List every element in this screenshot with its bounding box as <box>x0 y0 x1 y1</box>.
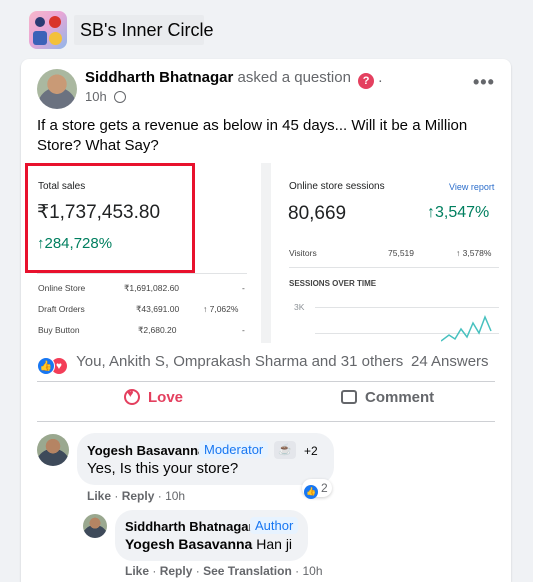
reply-link[interactable]: Reply <box>122 489 155 503</box>
separator-dot: · <box>157 489 162 503</box>
more-options-button[interactable]: ••• <box>473 73 499 95</box>
comment-button[interactable]: Comment <box>341 389 434 419</box>
like-reaction-icon: 👍 <box>37 357 55 375</box>
author-action: asked a question <box>237 69 351 86</box>
separator-dot: · <box>114 489 119 503</box>
separator-dot: · <box>295 564 300 578</box>
divider <box>37 273 247 274</box>
reply-message: Han ji <box>256 536 293 552</box>
sessions-value: 80,669 <box>288 203 347 224</box>
reaction-summary-text: You, Ankith S, Omprakash Sharma and 31 o… <box>76 353 404 370</box>
highlight-box <box>25 163 195 273</box>
sales-row-name: Draft Orders <box>38 304 85 314</box>
post-text: If a store gets a revenue as below in 45… <box>37 117 468 154</box>
replier-avatar[interactable] <box>83 514 107 538</box>
like-link[interactable]: Like <box>125 564 149 578</box>
sales-row-name: Online Store <box>38 283 86 293</box>
sales-row-change: - <box>242 283 245 293</box>
like-icon: 👍 <box>304 485 318 499</box>
group-header: SB's Inner Circle <box>0 0 533 58</box>
sessions-panel: Online store sessions View report 80,669… <box>271 163 511 343</box>
heart-icon <box>124 388 140 405</box>
like-link[interactable]: Like <box>87 489 111 503</box>
sales-row-amount: ₹43,691.00 <box>136 304 180 314</box>
divider <box>37 421 495 422</box>
reply-text: Yogesh Basavanna Han ji <box>125 536 292 552</box>
post-card: Siddharth Bhatnagar asked a question ? .… <box>21 59 511 582</box>
sessions-label: Online store sessions <box>289 181 385 192</box>
sales-row-change: ↑ 7,062% <box>203 304 239 314</box>
love-button[interactable]: Love <box>124 388 184 419</box>
answers-count[interactable]: 24 Answers <box>411 353 489 370</box>
see-translation-link[interactable]: See Translation <box>203 564 292 578</box>
comment-actions: Like · Reply · 10h <box>87 489 185 503</box>
commenter-name[interactable]: Yogesh Basavanna <box>87 443 205 458</box>
commenter-avatar[interactable] <box>37 434 69 466</box>
sales-row-amount: ₹2,680.20 <box>138 325 177 335</box>
sales-row-change: - <box>242 325 245 335</box>
love-button-label: Love <box>148 389 184 406</box>
group-avatar[interactable] <box>29 11 67 49</box>
replier-name[interactable]: Siddharth Bhatnagar <box>125 519 254 534</box>
separator-dot: · <box>195 564 200 578</box>
post-meta: 10h <box>85 89 127 104</box>
gridline <box>315 307 499 308</box>
comment-icon <box>341 390 357 404</box>
divider <box>37 381 495 382</box>
author-badge: Author <box>250 517 299 534</box>
post-time[interactable]: 10h <box>85 89 107 104</box>
mention-link[interactable]: Yogesh Basavanna <box>125 536 252 552</box>
comment-text: Yes, Is this your store? <box>87 460 239 477</box>
like-count-value: 2 <box>321 481 328 495</box>
privacy-globe-icon[interactable] <box>114 91 127 103</box>
sales-row-name: Buy Button <box>38 325 80 335</box>
extra-badges-count: +2 <box>304 444 318 458</box>
reaction-summary[interactable]: 👍 ♥ You, Ankith S, Omprakash Sharma and 3… <box>37 353 404 375</box>
sessions-sparkline <box>441 314 492 342</box>
total-sales-panel: Total sales ₹1,737,453.80 ↑284,728% Onli… <box>21 163 261 343</box>
sales-row-amount: ₹1,691,082.60 <box>124 283 180 293</box>
comment-like-count[interactable]: 👍 2 <box>302 479 332 499</box>
author-avatar[interactable] <box>37 69 77 109</box>
visitors-value: 75,519 <box>388 248 414 258</box>
trailing-dot: . <box>378 69 383 86</box>
question-icon: ? <box>358 73 375 89</box>
author-name[interactable]: Siddharth Bhatnagar <box>85 69 233 86</box>
post-header: Siddharth Bhatnagar asked a question ? . <box>85 69 382 89</box>
visitors-change: ↑ 3,578% <box>456 248 492 258</box>
visitors-label: Visitors <box>289 248 317 258</box>
sessions-over-time-label: SESSIONS OVER TIME <box>289 279 377 288</box>
comment-button-label: Comment <box>365 389 435 406</box>
moderator-badge: Moderator <box>199 441 269 458</box>
reply-time[interactable]: 10h <box>302 564 322 578</box>
sessions-change: ↑3,547% <box>427 204 490 221</box>
separator-dot: · <box>152 564 157 578</box>
comment-time[interactable]: 10h <box>165 489 185 503</box>
divider <box>289 267 499 268</box>
coffee-badge-icon: ☕ <box>274 441 296 459</box>
reply-actions: Like · Reply · See Translation · 10h <box>125 564 323 578</box>
reply-link[interactable]: Reply <box>160 564 193 578</box>
analytics-screenshot[interactable]: Total sales ₹1,737,453.80 ↑284,728% Onli… <box>21 163 511 343</box>
group-name[interactable]: SB's Inner Circle <box>80 20 213 41</box>
view-report-link[interactable]: View report <box>449 182 494 192</box>
axis-label-3k: 3K <box>294 302 305 312</box>
